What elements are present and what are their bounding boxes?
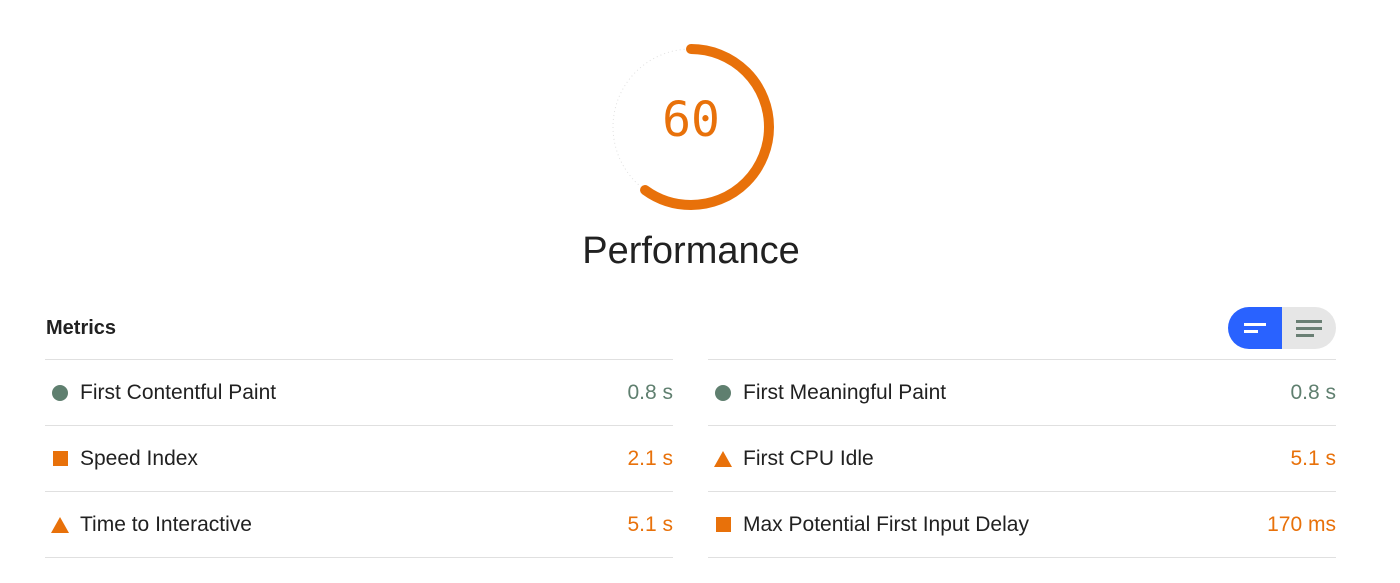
metric-label: First Meaningful Paint [743, 380, 947, 404]
metrics-heading: Metrics [46, 317, 117, 339]
metric-value: 0.8 s [627, 380, 673, 404]
metrics-right-column: First Meaningful Paint 0.8 s First CPU I… [708, 359, 1336, 558]
metric-label: First Contentful Paint [80, 380, 277, 404]
compact-view-button[interactable] [1228, 307, 1282, 349]
metric-label: Time to Interactive [80, 512, 252, 536]
metric-value: 2.1 s [627, 446, 673, 470]
metric-row: Time to Interactive 5.1 s [45, 492, 673, 558]
metric-value: 170 ms [1267, 512, 1336, 536]
metric-label: Speed Index [80, 446, 198, 470]
score-value: 60 [662, 92, 720, 148]
metric-value: 5.1 s [627, 512, 673, 536]
metric-row: Max Potential First Input Delay 170 ms [708, 492, 1336, 558]
circle-icon [52, 384, 68, 401]
metric-value: 0.8 s [1290, 380, 1336, 404]
metric-row: Speed Index 2.1 s [45, 426, 673, 492]
metric-label: First CPU Idle [743, 446, 874, 470]
circle-icon [715, 384, 731, 401]
triangle-icon [51, 516, 69, 533]
square-icon [52, 451, 68, 466]
metric-label: Max Potential First Input Delay [743, 512, 1029, 536]
view-toggle[interactable] [1228, 307, 1336, 349]
expanded-view-button[interactable] [1282, 307, 1336, 349]
metric-row: First Contentful Paint 0.8 s [45, 360, 673, 426]
category-title: Performance [582, 230, 800, 272]
metrics-left-column: First Contentful Paint 0.8 s Speed Index… [45, 359, 673, 558]
metric-value: 5.1 s [1290, 446, 1336, 470]
metric-row: First Meaningful Paint 0.8 s [708, 360, 1336, 426]
square-icon [715, 517, 731, 532]
triangle-icon [714, 450, 732, 467]
metric-row: First CPU Idle 5.1 s [708, 426, 1336, 492]
